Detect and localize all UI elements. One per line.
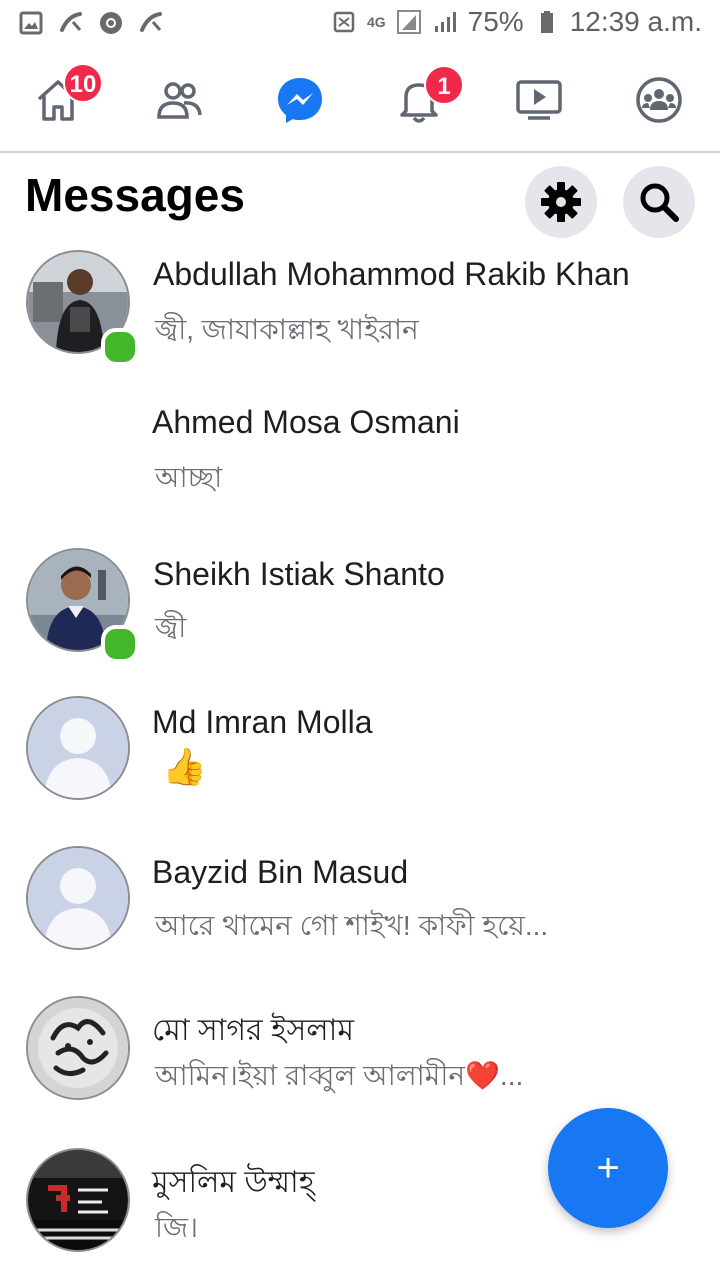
conversation-snippet: আচ্ছা (155, 462, 223, 493)
conversation-name: Sheikh Istiak Shanto (153, 556, 445, 592)
nav-watch[interactable] (494, 55, 584, 145)
gear-icon (541, 182, 581, 222)
avatar (26, 846, 130, 950)
online-indicator (101, 625, 139, 663)
conversation-name: Abdullah Mohammod Rakib Khan (153, 256, 630, 292)
screenshot-icon (331, 9, 357, 35)
friends-icon (157, 82, 202, 119)
signal-icon (432, 9, 458, 35)
battery-percent: 75% (467, 6, 524, 37)
conversation-item[interactable]: Sheikh Istiak Shanto জ্বী (0, 548, 720, 688)
status-bar: 4G 75% 12:39 a.m. (0, 0, 720, 50)
avatar (26, 996, 130, 1100)
conversation-name: মো সাগর ইসলাম (152, 1014, 355, 1047)
settings-button[interactable] (525, 166, 597, 238)
nav-home[interactable]: 10 (13, 55, 103, 145)
clock: 12:39 a.m. (569, 6, 702, 37)
conversation-item[interactable]: Md Imran Molla 👍 (0, 696, 720, 836)
conversation-snippet: জ্বী, জাযাকাল্লাহ খাইরান (155, 314, 419, 345)
missed-call-icon (138, 10, 164, 36)
page-title: Messages (25, 169, 245, 221)
conversation-snippet: আমিন।ইয়া রাব্বুল আলামীন❤️... (155, 1060, 524, 1091)
conversation-name: Bayzid Bin Masud (152, 854, 409, 890)
conversation-snippet: আরে থামেন গো শাইখ! কাফী হয়ে... (155, 910, 549, 941)
search-button[interactable] (623, 166, 695, 238)
search-icon (640, 183, 679, 222)
notifications-badge: 1 (424, 65, 464, 105)
home-badge: 10 (63, 63, 103, 103)
conversation-item[interactable]: Ahmed Mosa Osmani আচ্ছা (0, 400, 720, 540)
compose-button[interactable]: + (548, 1108, 668, 1228)
missed-call-icon (58, 10, 84, 36)
nav-groups[interactable] (614, 55, 704, 145)
conversation-name: Ahmed Mosa Osmani (152, 404, 460, 440)
nav-messenger[interactable] (255, 55, 345, 145)
video-icon (516, 80, 562, 120)
chrome-icon (98, 10, 124, 36)
avatar (26, 1148, 130, 1252)
gallery-icon (18, 10, 44, 36)
groups-icon (636, 77, 682, 123)
conversation-name: মুসলিম উম্মাহ্ (152, 1166, 315, 1199)
messenger-icon (278, 78, 322, 123)
compose-icon: + (596, 1145, 620, 1190)
conversation-name: Md Imran Molla (152, 704, 373, 740)
avatar (26, 696, 130, 800)
conversation-snippet: 👍 (162, 746, 207, 787)
online-indicator (101, 328, 139, 366)
conversation-snippet: জ্বী (155, 612, 187, 643)
nav-friends[interactable] (134, 55, 224, 145)
nav-notifications[interactable]: 1 (374, 55, 464, 145)
battery-icon (534, 9, 560, 35)
network-4g-icon: 4G (366, 14, 386, 30)
top-nav: 10 1 (0, 55, 720, 153)
conversation-item[interactable]: Bayzid Bin Masud আরে থামেন গো শাইখ! কাফী… (0, 846, 720, 986)
conversation-item[interactable]: Abdullah Mohammod Rakib Khan জ্বী, জাযাক… (0, 250, 720, 390)
conversation-snippet: জি। (155, 1212, 199, 1243)
signal-icon (396, 9, 422, 35)
